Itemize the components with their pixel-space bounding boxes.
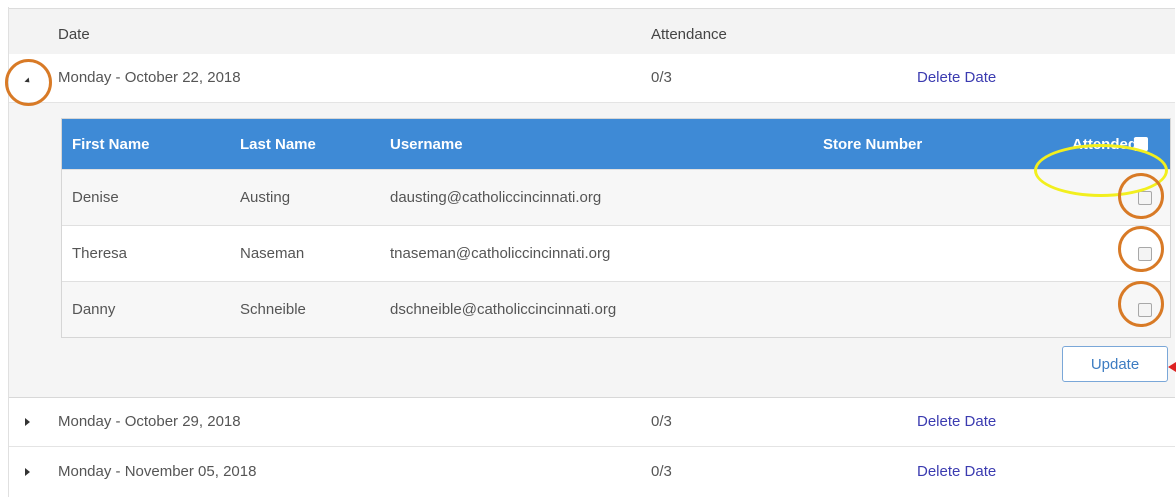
date-row[interactable]: Monday - October 22, 2018 0/3 Delete Dat… — [9, 54, 1175, 103]
table-row: Danny Schneible dschneible@catholiccinci… — [62, 281, 1170, 337]
store-number-header[interactable]: Store Number — [823, 136, 922, 153]
date-column-header: Date — [58, 26, 90, 43]
username-cell: tnaseman@catholiccincinnati.org — [390, 245, 611, 262]
first-name-cell: Theresa — [72, 245, 128, 262]
first-name-cell: Denise — [72, 189, 119, 206]
last-name-header[interactable]: Last Name — [240, 136, 316, 153]
table-row: Theresa Naseman tnaseman@catholiccincinn… — [62, 225, 1170, 281]
annotation-circle — [1118, 226, 1164, 272]
table-row: Denise Austing dausting@catholiccincinna… — [62, 169, 1170, 225]
annotation-arrow-icon — [1168, 362, 1176, 372]
attendance-count: 0/3 — [651, 69, 672, 86]
delete-date-link[interactable]: Delete Date — [917, 463, 996, 480]
username-cell: dschneible@catholiccincinnati.org — [390, 301, 617, 318]
attendees-table: First Name Last Name Username Store Numb… — [61, 118, 1171, 338]
annotation-circle — [1118, 281, 1164, 327]
annotation-circle — [1118, 173, 1164, 219]
last-name-cell: Schneible — [240, 301, 306, 318]
date-label: Monday - October 29, 2018 — [58, 413, 241, 430]
first-name-cell: Danny — [72, 301, 116, 318]
date-label: Monday - October 22, 2018 — [58, 69, 241, 86]
date-label: Monday - November 05, 2018 — [58, 463, 257, 480]
last-name-cell: Naseman — [240, 245, 305, 262]
update-button[interactable]: Update — [1062, 346, 1168, 382]
username-header[interactable]: Username — [390, 136, 463, 153]
attendees-table-header: First Name Last Name Username Store Numb… — [62, 119, 1170, 169]
delete-date-link[interactable]: Delete Date — [917, 413, 996, 430]
last-name-cell: Austing — [240, 189, 291, 206]
annotation-circle — [5, 59, 52, 106]
username-cell: dausting@catholiccincinnati.org — [390, 189, 602, 206]
date-row[interactable]: Monday - October 29, 2018 0/3 Delete Dat… — [9, 398, 1175, 447]
expand-caret-icon[interactable] — [25, 468, 30, 476]
expand-caret-icon[interactable] — [25, 418, 30, 426]
table-header: Date Attendance — [9, 8, 1175, 55]
delete-date-link[interactable]: Delete Date — [917, 69, 996, 86]
attendance-count: 0/3 — [651, 463, 672, 480]
date-row[interactable]: Monday - November 05, 2018 0/3 Delete Da… — [9, 448, 1175, 496]
first-name-header[interactable]: First Name — [72, 136, 150, 153]
attendance-count: 0/3 — [651, 413, 672, 430]
attendance-column-header: Attendance — [651, 26, 727, 43]
